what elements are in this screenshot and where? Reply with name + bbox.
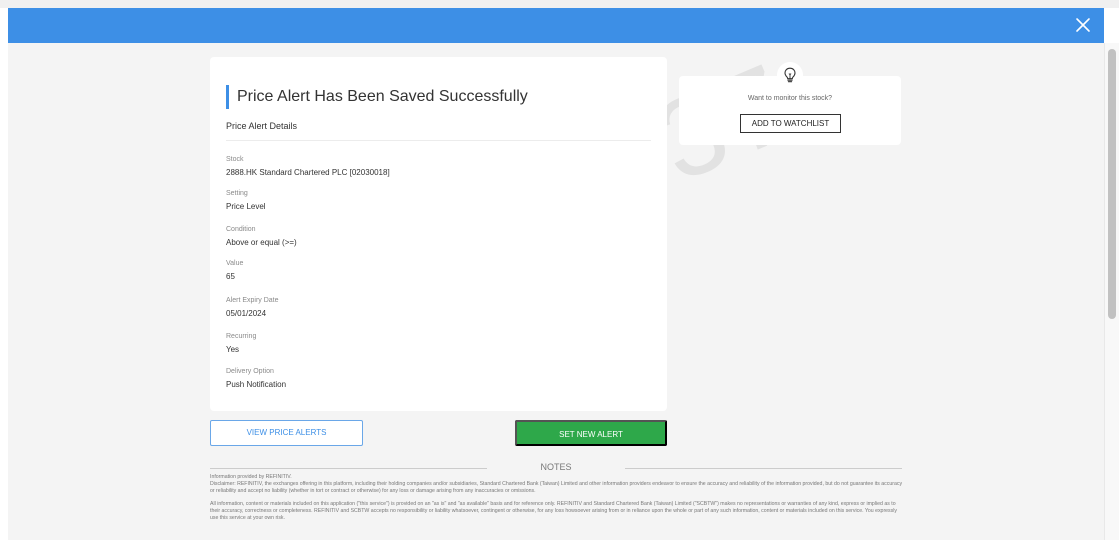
lightbulb-icon bbox=[777, 62, 803, 88]
field-value-amount: Value 65 bbox=[226, 259, 243, 283]
divider bbox=[226, 140, 651, 141]
field-value: 2888.HK Standard Chartered PLC [02030018… bbox=[226, 168, 390, 177]
details-heading: Price Alert Details bbox=[226, 121, 298, 131]
field-stock: Stock 2888.HK Standard Chartered PLC [02… bbox=[226, 155, 390, 179]
window-top-strip bbox=[0, 0, 1119, 8]
notes-terms: All information, content or materials in… bbox=[210, 501, 897, 521]
scrollbar-thumb[interactable] bbox=[1108, 49, 1116, 319]
notes-disclaimer: Disclaimer: REFINITIV, the exchanges off… bbox=[210, 481, 903, 494]
field-value: 65 bbox=[226, 272, 235, 281]
field-label: Setting bbox=[226, 190, 248, 197]
main-content: 2012937 Price Alert Has Been Saved Succe… bbox=[8, 43, 1104, 540]
notes-source: Information provided by REFINITIV. bbox=[210, 474, 292, 480]
close-icon[interactable] bbox=[1072, 14, 1094, 36]
notes-section: Information provided by REFINITIV. Discl… bbox=[210, 474, 904, 522]
divider bbox=[625, 468, 902, 469]
field-condition: Condition Above or equal (>=) bbox=[226, 225, 297, 249]
field-value: Above or equal (>=) bbox=[226, 238, 297, 247]
field-label: Alert Expiry Date bbox=[226, 297, 279, 304]
field-recurring: Recurring Yes bbox=[226, 332, 256, 356]
field-setting: Setting Price Level bbox=[226, 189, 266, 213]
header-bar bbox=[8, 8, 1104, 43]
price-alert-card: Price Alert Has Been Saved Successfully … bbox=[210, 57, 667, 411]
page-title: Price Alert Has Been Saved Successfully bbox=[226, 85, 528, 109]
field-label: Delivery Option bbox=[226, 368, 274, 375]
notes-heading: NOTES bbox=[540, 462, 572, 472]
divider bbox=[210, 468, 487, 469]
field-label: Recurring bbox=[226, 333, 257, 340]
view-price-alerts-button[interactable]: VIEW PRICE ALERTS bbox=[210, 420, 363, 446]
field-label: Stock bbox=[226, 156, 244, 163]
add-to-watchlist-button[interactable]: ADD TO WATCHLIST bbox=[740, 114, 841, 133]
watchlist-prompt: Want to monitor this stock? bbox=[747, 95, 833, 102]
field-expiry-date: Alert Expiry Date 05/01/2024 bbox=[226, 296, 279, 320]
field-label: Value bbox=[226, 260, 244, 267]
field-value: 05/01/2024 bbox=[226, 309, 267, 318]
set-new-alert-button[interactable]: SET NEW ALERT bbox=[515, 420, 667, 446]
field-label: Condition bbox=[226, 226, 256, 233]
field-value: Price Level bbox=[226, 202, 266, 211]
field-value: Push Notification bbox=[226, 380, 287, 389]
watchlist-card: Want to monitor this stock? ADD TO WATCH… bbox=[679, 62, 901, 145]
scrollbar[interactable] bbox=[1104, 43, 1119, 540]
field-delivery-option: Delivery Option Push Notification bbox=[226, 367, 286, 391]
field-value: Yes bbox=[226, 345, 240, 354]
